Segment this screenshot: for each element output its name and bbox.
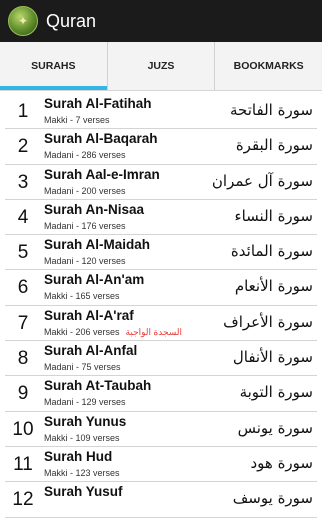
quran-logo-icon[interactable]: ✦ — [8, 6, 38, 36]
surah-arabic-name: سورة الفاتحة — [230, 101, 313, 119]
surah-name: Surah Al-Baqarah — [44, 131, 158, 147]
surah-name: Surah An-Nisaa — [44, 201, 145, 217]
surah-meta: Madani - 200 verses — [44, 186, 126, 196]
surah-name: Surah Al-A'raf — [44, 307, 134, 323]
surah-list-item[interactable]: 12 Surah Yusuf سورة يوسف — [5, 482, 317, 518]
surah-list-item[interactable]: 6 Surah Al-An'am Makki - 165 verses سورة ال… — [5, 270, 317, 306]
surah-meta: Madani - 120 verses — [44, 256, 126, 266]
tab-bar: SURAHS JUZS BOOKMARKS — [0, 42, 322, 91]
surah-name: Surah At-Taubah — [44, 378, 152, 394]
surah-name: Surah Yunus — [44, 413, 127, 429]
surah-list-item[interactable]: 5 Surah Al-Maidah Madani - 120 verses سورة … — [5, 235, 317, 271]
surah-meta: Madani - 75 verses — [44, 362, 121, 372]
surah-list-item[interactable]: 8 Surah Al-Anfal Madani - 75 verses سورة ال… — [5, 341, 317, 377]
surah-arabic-name: سورة هود — [250, 453, 313, 472]
surah-number: 10 — [12, 418, 34, 440]
tab-bookmarks[interactable]: BOOKMARKS — [214, 42, 322, 90]
surah-number: 2 — [17, 136, 29, 158]
surah-name: Surah Aal-e-Imran — [44, 166, 160, 182]
surah-number: 7 — [17, 312, 29, 334]
surah-meta: Makki - 7 verses — [44, 115, 110, 125]
surah-meta: Madani - 176 verses — [44, 221, 126, 231]
surah-meta-text: Madani - 129 verses — [44, 397, 126, 408]
surah-list-item[interactable]: 10 Surah Yunus Makki - 109 verses سورة يونس — [5, 412, 317, 447]
surah-number: 4 — [17, 206, 29, 228]
surah-arabic-name: سورة الأنفال — [232, 348, 313, 367]
surah-meta: Madani - 129 verses — [44, 397, 126, 407]
surah-number: 8 — [17, 348, 29, 370]
surah-name: Surah Al-Anfal — [44, 343, 138, 359]
surah-list-item[interactable]: 11 Surah Hud Makki - 123 verses سورة هود — [5, 447, 317, 483]
surah-meta-text: Madani - 120 verses — [44, 256, 126, 267]
surah-meta-text: Makki - 165 verses — [44, 291, 120, 302]
surah-meta-text: Makki - 109 verses — [44, 432, 120, 443]
surah-list-item[interactable]: 3 Surah Aal-e-Imran Madani - 200 verses سور… — [5, 165, 317, 200]
surah-name: Surah Al-Maidah — [44, 237, 151, 253]
surah-meta: Madani - 286 verses — [44, 150, 126, 160]
surah-meta-text: Makki - 206 verses — [44, 326, 120, 337]
action-bar: ✦ Quran — [0, 0, 322, 42]
surah-meta: Makki - 123 verses — [44, 468, 120, 478]
surah-arabic-name: سورة آل عمران — [211, 171, 313, 190]
surah-list-item[interactable]: 1 Surah Al-Fatihah Makki - 7 verses سورة ال… — [5, 94, 317, 130]
surah-meta-text: Madani - 200 verses — [44, 185, 126, 196]
surah-meta: Makki - 109 verses — [44, 433, 120, 443]
surah-number: 3 — [17, 171, 29, 193]
surah-list-item[interactable]: 2 Surah Al-Baqarah Madani - 286 verses سورة… — [5, 129, 317, 165]
sajda-label: السجدة الواجبة — [125, 326, 183, 337]
surah-number: 5 — [17, 242, 29, 264]
surah-meta-text: Madani - 75 verses — [44, 362, 121, 373]
surah-list: 1 Surah Al-Fatihah Makki - 7 verses سورة ال… — [5, 94, 317, 518]
surah-arabic-name: سورة النساء — [234, 206, 313, 225]
surah-arabic-name: سورة يونس — [237, 418, 313, 437]
surah-number: 1 — [17, 101, 29, 122]
app-title: Quran — [46, 10, 97, 31]
surah-number: 11 — [13, 453, 33, 475]
surah-arabic-name: سورة المائدة — [230, 242, 313, 261]
surah-arabic-name: سورة الأعراف — [223, 312, 313, 331]
surah-number: 9 — [17, 383, 29, 405]
surah-arabic-name: سورة البقرة — [235, 136, 313, 155]
surah-list-item[interactable]: 9 Surah At-Taubah Madani - 129 verses سورة … — [5, 376, 317, 412]
surah-list-item[interactable]: 4 Surah An-Nisaa Madani - 176 verses سورة ا… — [5, 200, 317, 236]
surah-arabic-name: سورة يوسف — [232, 489, 313, 508]
surah-list-item[interactable]: 7 Surah Al-A'raf Makki - 206 verses السجدة … — [5, 306, 317, 342]
surah-meta: Makki - 206 verses السجدة الواجبة — [44, 327, 182, 338]
surah-meta-text: Madani - 286 verses — [44, 150, 126, 161]
surah-name: Surah Hud — [44, 448, 113, 464]
surah-number: 6 — [17, 277, 29, 299]
surah-name: Surah Al-An'am — [44, 272, 145, 288]
surah-meta: Makki - 165 verses — [44, 291, 120, 301]
tab-surahs[interactable]: SURAHS — [0, 42, 107, 90]
surah-number: 12 — [12, 489, 34, 511]
surah-meta-text: Madani - 176 verses — [44, 220, 126, 231]
surah-name: Surah Yusuf — [44, 484, 123, 500]
surah-meta-text: Makki - 123 verses — [44, 467, 120, 478]
tab-juzs[interactable]: JUZS — [106, 42, 215, 90]
surah-arabic-name: سورة الأنعام — [234, 277, 313, 296]
surah-name: Surah Al-Fatihah — [44, 96, 152, 111]
surah-arabic-name: سورة التوبة — [239, 383, 313, 402]
surah-meta-text: Makki - 7 verses — [44, 115, 110, 125]
